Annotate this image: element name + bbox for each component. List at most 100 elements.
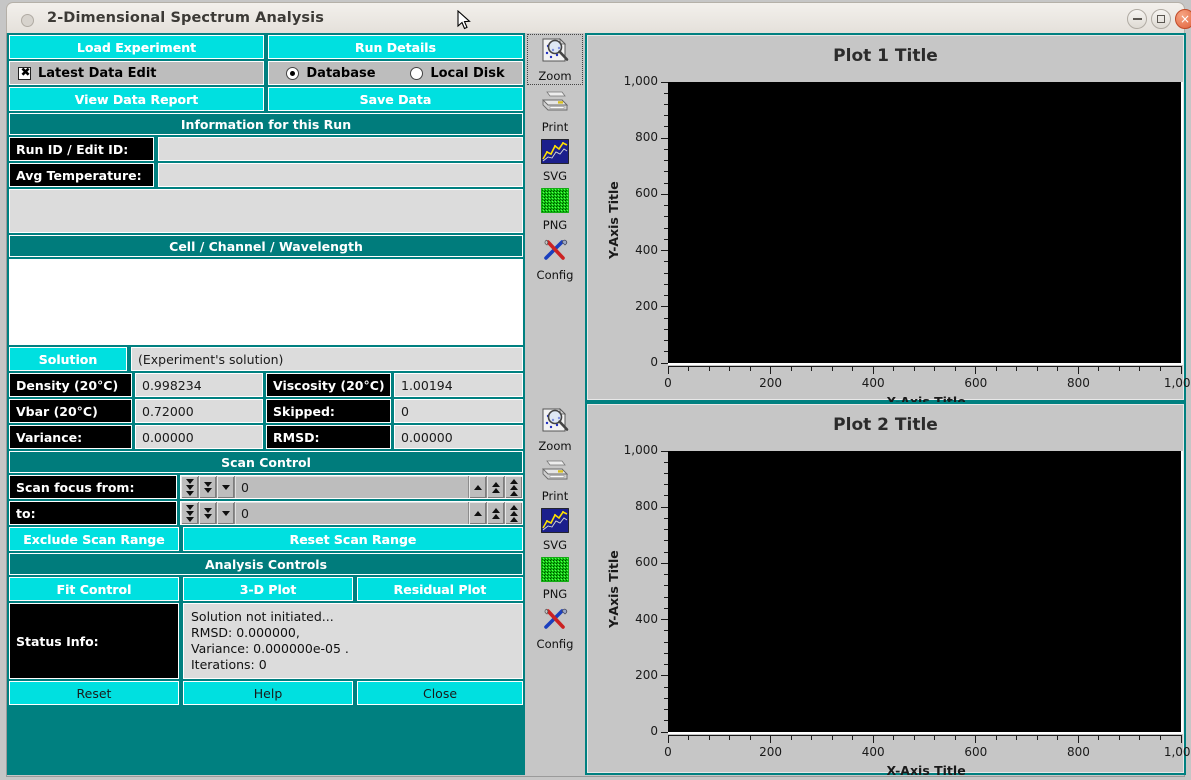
y-tick-label: 200 xyxy=(635,667,658,682)
residual-plot-button[interactable]: Residual Plot xyxy=(357,577,523,601)
exclude-scan-range-button[interactable]: Exclude Scan Range xyxy=(9,527,179,551)
single-down-arrow-icon[interactable] xyxy=(217,502,235,524)
rmsd-field[interactable]: 0.00000 xyxy=(394,425,523,449)
toolbar-label: Print xyxy=(541,489,569,503)
y-tick-major xyxy=(661,675,668,677)
toolbar-button-config[interactable]: Config xyxy=(527,234,583,283)
print-icon xyxy=(540,89,570,119)
plot1-canvas[interactable] xyxy=(668,82,1183,365)
fit-control-button[interactable]: Fit Control xyxy=(9,577,179,601)
single-up-arrow-icon[interactable] xyxy=(468,476,486,498)
scan-focus-to-spinner[interactable]: 0 xyxy=(180,501,523,525)
x-tick-major xyxy=(770,366,772,374)
toolbar-label: Print xyxy=(541,120,569,134)
y-tick-major xyxy=(661,250,668,252)
save-data-button[interactable]: Save Data xyxy=(268,87,523,111)
toolbar-button-config[interactable]: Config xyxy=(527,603,583,652)
experiment-description-box[interactable] xyxy=(9,189,523,233)
x-tick-major xyxy=(1180,735,1182,743)
scan-focus-from-spinner[interactable]: 0 xyxy=(180,475,523,499)
density-field[interactable]: 0.998234 xyxy=(135,373,263,397)
radio-database[interactable]: Database xyxy=(286,66,376,81)
x-tick-major xyxy=(975,366,977,374)
plot1-pane: Plot 1 Title 0 200 400 600 800 1,000 0 200 400 60… xyxy=(585,33,1191,409)
window-menu-icon[interactable] xyxy=(21,14,34,27)
run-details-button[interactable]: Run Details xyxy=(268,35,523,59)
minimize-button[interactable] xyxy=(1127,9,1147,29)
triple-down-arrow-icon[interactable] xyxy=(181,476,199,498)
double-down-arrow-icon[interactable] xyxy=(199,502,217,524)
solution-button[interactable]: Solution xyxy=(9,347,127,371)
y-tick-label: 200 xyxy=(635,298,658,313)
vbar-field[interactable]: 0.72000 xyxy=(135,399,263,423)
y-tick-label: 1,000 xyxy=(623,74,658,88)
run-id-field[interactable] xyxy=(158,137,523,161)
x-tick-major xyxy=(872,735,874,743)
cell-channel-wavelength-list[interactable] xyxy=(9,259,523,345)
x-tick-label: 400 xyxy=(861,745,885,759)
double-up-arrow-icon[interactable] xyxy=(486,502,504,524)
toolbar-button-png[interactable]: PNG xyxy=(527,185,583,233)
maximize-button[interactable] xyxy=(1151,9,1171,29)
config-icon xyxy=(540,606,570,636)
density-label: Density (20°C) xyxy=(9,373,132,397)
close-panel-button[interactable]: Close xyxy=(357,681,523,705)
close-button[interactable]: × xyxy=(1175,9,1191,29)
vbar-label: Vbar (20°C) xyxy=(9,399,132,423)
toolbar-label: Zoom xyxy=(538,69,572,83)
y-tick-minor xyxy=(664,495,668,497)
toolbar-button-zoom[interactable]: Zoom xyxy=(527,34,583,85)
triple-up-arrow-icon[interactable] xyxy=(504,476,522,498)
y-tick-minor xyxy=(664,148,668,150)
single-down-arrow-icon[interactable] xyxy=(217,476,235,498)
3d-plot-button[interactable]: 3-D Plot xyxy=(183,577,353,601)
reset-scan-range-button[interactable]: Reset Scan Range xyxy=(183,527,523,551)
toolbar-label: PNG xyxy=(542,587,568,601)
help-button[interactable]: Help xyxy=(183,681,353,705)
triple-up-arrow-icon[interactable] xyxy=(504,502,522,524)
reset-button[interactable]: Reset xyxy=(9,681,179,705)
viscosity-field[interactable]: 1.00194 xyxy=(394,373,523,397)
scan-focus-from-value[interactable]: 0 xyxy=(235,476,468,498)
y-tick-label: 0 xyxy=(650,724,658,738)
x-tick-major xyxy=(872,366,874,374)
scan-focus-to-label: to: xyxy=(9,501,177,525)
y-tick-minor xyxy=(664,283,668,285)
toolbar-button-svg[interactable]: SVG xyxy=(527,136,583,184)
x-tick-label: 0 xyxy=(664,376,672,390)
view-data-report-button[interactable]: View Data Report xyxy=(9,87,264,111)
toolbar-button-zoom[interactable]: Zoom xyxy=(527,405,583,454)
y-tick-minor xyxy=(664,317,668,319)
single-up-arrow-icon[interactable] xyxy=(468,502,486,524)
x-tick-major xyxy=(667,366,669,374)
toolbar-button-print[interactable]: Print xyxy=(527,455,583,504)
solution-field[interactable]: (Experiment's solution) xyxy=(131,347,523,371)
plot2-canvas[interactable] xyxy=(668,451,1183,734)
mouse-cursor xyxy=(457,10,471,30)
double-down-arrow-icon[interactable] xyxy=(199,476,217,498)
plot2-inner: Plot 2 Title 0 200 400 600 800 1,000 0 200 400 60… xyxy=(587,404,1191,778)
minimize-icon xyxy=(1128,10,1146,28)
double-up-arrow-icon[interactable] xyxy=(486,476,504,498)
y-tick-minor xyxy=(664,261,668,263)
radio-local-disk[interactable]: Local Disk xyxy=(410,66,505,81)
y-tick-minor xyxy=(664,641,668,643)
latest-data-edit-label: Latest Data Edit xyxy=(38,65,157,81)
toolbar-button-svg[interactable]: SVG xyxy=(527,505,583,553)
toolbar-button-print[interactable]: Print xyxy=(527,86,583,135)
y-tick-major xyxy=(661,81,668,83)
skipped-field[interactable]: 0 xyxy=(394,399,523,423)
config-icon xyxy=(540,237,570,267)
triple-down-arrow-icon[interactable] xyxy=(181,502,199,524)
y-tick-label: 0 xyxy=(650,355,658,369)
variance-field[interactable]: 0.00000 xyxy=(135,425,263,449)
latest-data-edit-checkbox[interactable]: Latest Data Edit xyxy=(9,61,264,85)
scan-focus-to-value[interactable]: 0 xyxy=(235,502,468,524)
avg-temperature-field[interactable] xyxy=(158,163,523,187)
y-tick-minor xyxy=(664,630,668,632)
y-tick-major xyxy=(661,619,668,621)
toolbar-button-png[interactable]: PNG xyxy=(527,554,583,602)
load-experiment-button[interactable]: Load Experiment xyxy=(9,35,264,59)
y-tick-minor xyxy=(664,517,668,519)
svg-icon xyxy=(541,508,569,537)
